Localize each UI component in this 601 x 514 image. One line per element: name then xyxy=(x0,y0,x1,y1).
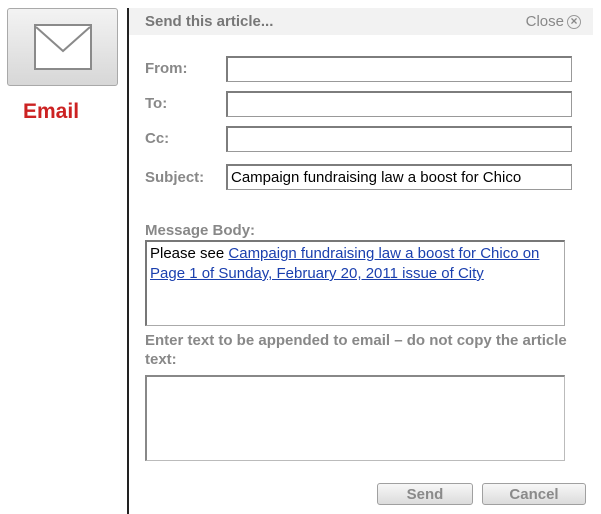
envelope-icon xyxy=(34,24,92,70)
from-label: From: xyxy=(145,60,188,77)
close-label: Close xyxy=(525,13,564,30)
email-button[interactable] xyxy=(7,8,118,86)
subject-field[interactable] xyxy=(226,164,572,190)
close-button[interactable]: Close × xyxy=(526,13,581,30)
subject-label: Subject: xyxy=(145,169,205,186)
to-label: To: xyxy=(145,95,168,112)
message-body-box[interactable]: Please see Campaign fundraising law a bo… xyxy=(145,240,565,326)
send-button[interactable]: Send xyxy=(377,483,473,505)
append-text-label: Enter text to be appended to email – do … xyxy=(145,332,567,368)
close-circle-icon: × xyxy=(567,14,581,29)
from-field[interactable] xyxy=(226,56,572,82)
to-field[interactable] xyxy=(226,91,572,117)
message-body-label: Message Body: xyxy=(145,222,256,239)
dialog-header: Send this article... Close × xyxy=(129,8,593,35)
append-text-area[interactable] xyxy=(145,375,565,461)
cancel-button[interactable]: Cancel xyxy=(482,483,586,505)
email-label[interactable]: Email xyxy=(23,100,79,124)
cc-label: Cc: xyxy=(145,130,170,147)
send-article-dialog: Send this article... Close × From: To: C… xyxy=(127,8,601,514)
cc-field[interactable] xyxy=(226,126,572,152)
dialog-title: Send this article... xyxy=(145,13,274,30)
message-body-prefix: Please see xyxy=(150,245,229,262)
